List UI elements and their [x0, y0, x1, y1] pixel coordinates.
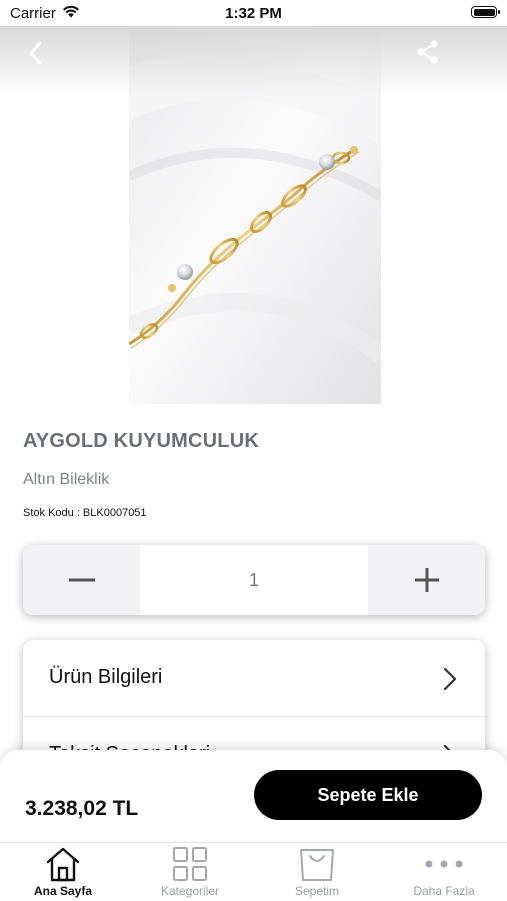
share-button[interactable] [414, 38, 442, 66]
add-to-cart-button[interactable]: Sepete Ekle [254, 770, 482, 820]
quantity-value[interactable]: 1 [140, 545, 368, 615]
chevron-left-icon [29, 41, 42, 65]
product-gallery[interactable] [0, 26, 507, 404]
chevron-right-icon [443, 667, 457, 691]
product-brand: AYGOLD KUYUMCULUK [23, 430, 259, 452]
stock-code: Stok Kodu : BLK0007051 [23, 507, 147, 519]
purchase-bar: 3.238,02 TL Sepete Ekle [0, 750, 507, 842]
tab-label: Sepetim [294, 884, 340, 898]
option-label: Ürün Bilgileri [49, 666, 163, 688]
grid-icon [173, 847, 207, 881]
status-bar: Carrier 1:32 PM [0, 0, 507, 26]
tab-more[interactable]: Daha Fazla [381, 843, 507, 901]
plus-icon [414, 568, 439, 592]
product-category: Altın Bileklik [23, 471, 110, 488]
back-button[interactable] [22, 38, 52, 68]
tab-cart[interactable]: Sepetim [254, 843, 380, 901]
quantity-stepper: 1 [23, 545, 485, 615]
home-icon [46, 847, 80, 882]
option-product-info[interactable]: Ürün Bilgileri [23, 640, 485, 716]
bottom-tab-bar: Ana Sayfa Kategoriler Sepetim Daha Fazla [0, 842, 507, 901]
increase-quantity-button[interactable] [368, 545, 485, 615]
tab-home[interactable]: Ana Sayfa [0, 843, 126, 901]
bag-icon [300, 849, 334, 881]
tab-label: Kategoriler [160, 884, 220, 898]
product-price: 3.238,02 TL [25, 797, 139, 820]
tab-label: Daha Fazla [413, 884, 475, 898]
decrease-quantity-button[interactable] [23, 545, 140, 615]
status-time: 1:32 PM [225, 5, 282, 22]
tab-label: Ana Sayfa [33, 884, 93, 898]
share-icon [417, 40, 438, 64]
minus-icon [68, 578, 95, 582]
more-icon [425, 860, 463, 868]
tab-categories[interactable]: Kategoriler [127, 843, 253, 901]
battery-icon [471, 6, 500, 18]
